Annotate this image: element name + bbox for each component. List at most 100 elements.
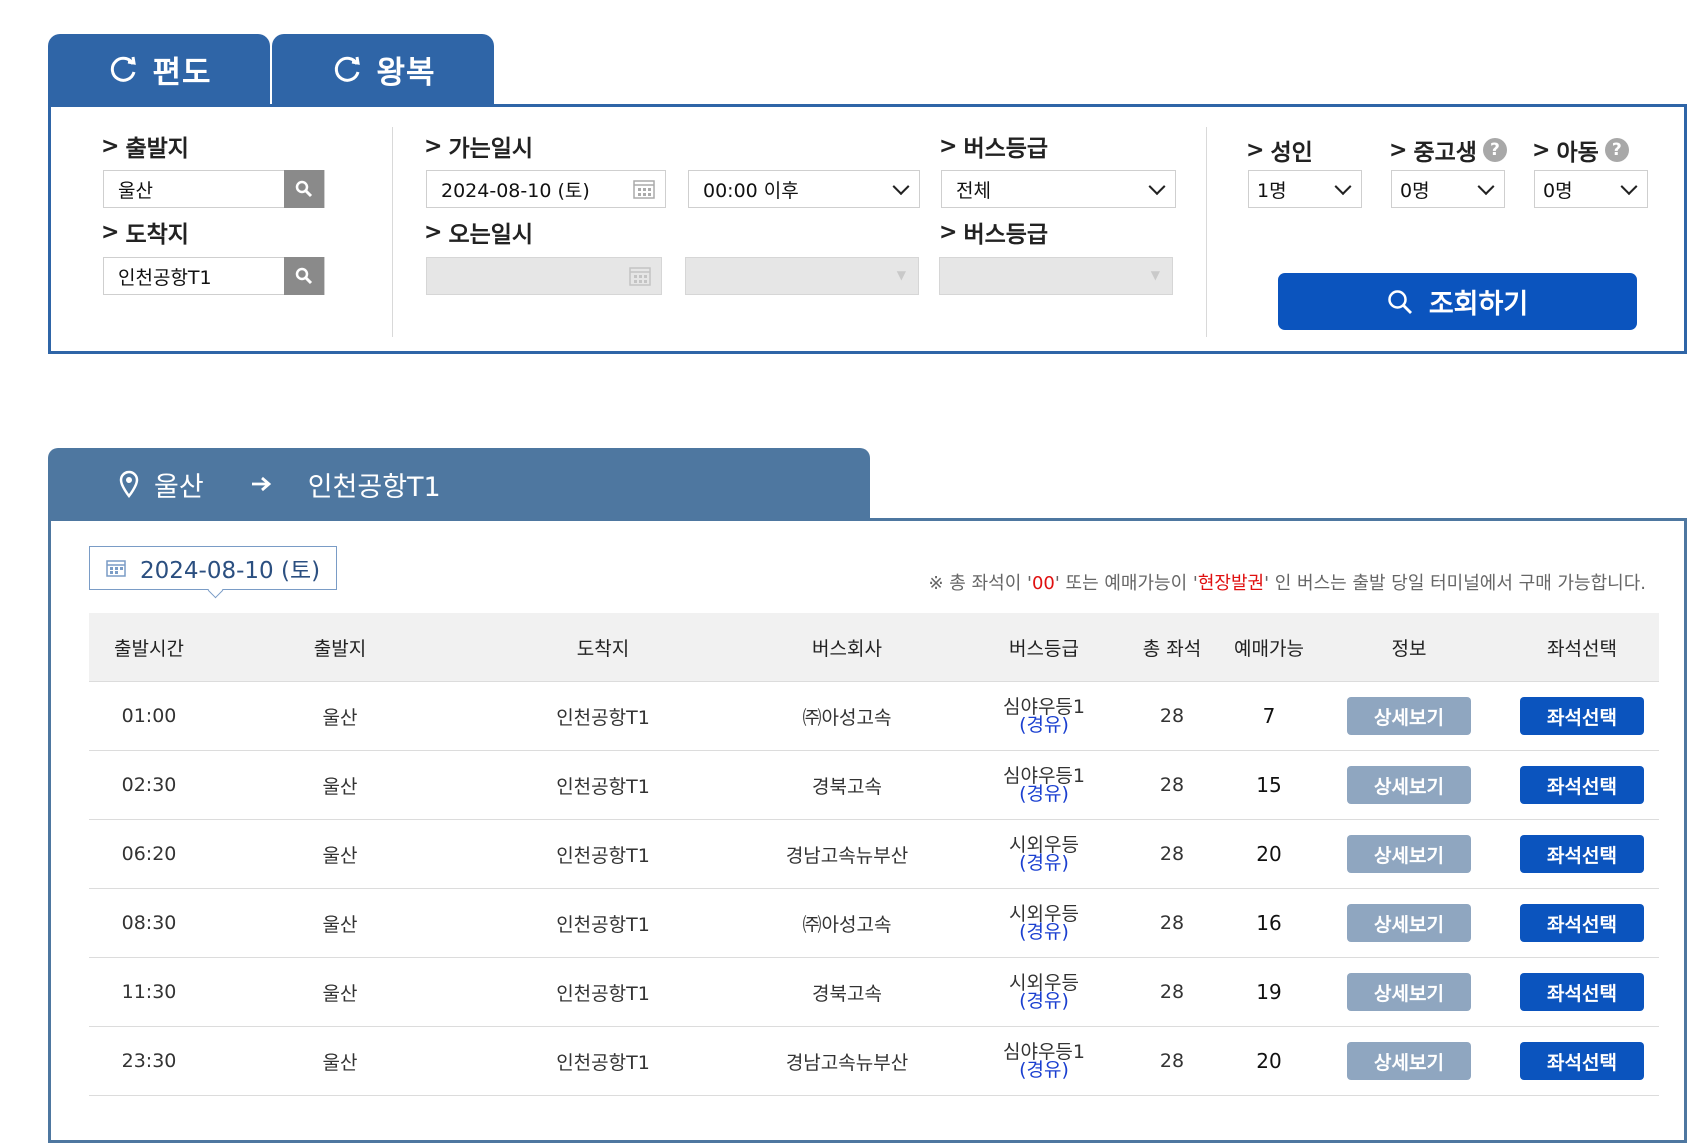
select-seat-button[interactable]: 좌석선택 (1520, 904, 1644, 942)
route-origin: 울산 (154, 471, 204, 503)
go-time-select[interactable]: 00:00 이후 (688, 170, 920, 208)
table-row: 23:30 울산 인천공항T1 경남고속뉴부산 심야우등1 (경유) 28 20 … (89, 1027, 1659, 1096)
help-icon[interactable]: ? (1482, 138, 1507, 162)
column-header: 예매가능 (1234, 637, 1304, 660)
info-cell: 상세보기 (1323, 904, 1495, 942)
departure-time: 23:30 (121, 1050, 177, 1072)
bus-company: 경남고속뉴부산 (785, 1051, 909, 1074)
calendar-icon (106, 560, 126, 577)
departure-input[interactable]: 울산 (103, 170, 325, 208)
calendar-icon[interactable] (633, 179, 655, 199)
chevron-down-icon (1477, 178, 1495, 196)
refresh-icon (335, 56, 361, 82)
route-destination: 인천공항T1 (307, 471, 441, 503)
info-cell: 상세보기 (1323, 766, 1495, 804)
seat-cell: 좌석선택 (1495, 835, 1669, 873)
go-date-input[interactable]: 2024-08-10 (토) (426, 170, 666, 208)
seat-cell: 좌석선택 (1495, 973, 1669, 1011)
notice-highlight: 00 (1031, 573, 1055, 594)
submit-search-label: 조회하기 (1428, 289, 1529, 320)
chevron-down-icon: ▼ (1150, 268, 1160, 282)
departure-time: 11:30 (121, 981, 177, 1003)
detail-button[interactable]: 상세보기 (1347, 1042, 1471, 1080)
chevron-down-icon (892, 178, 910, 196)
notice-text: ' 또는 예매가능이 ' (1054, 573, 1198, 594)
via-label: (경유) (1019, 921, 1069, 943)
bus-grade: 시외우등 (경유) (959, 836, 1129, 874)
notice-highlight: 현장발권 (1197, 573, 1265, 594)
destination: 인천공항T1 (556, 775, 650, 798)
go-grade-select[interactable]: 전체 (941, 170, 1176, 208)
tab-oneway-label: 편도 (152, 54, 212, 91)
origin: 울산 (322, 982, 358, 1005)
select-seat-button[interactable]: 좌석선택 (1520, 697, 1644, 735)
departure-search-button[interactable] (284, 170, 324, 208)
detail-button[interactable]: 상세보기 (1347, 697, 1471, 735)
return-grade-select[interactable]: ▼ (939, 257, 1173, 295)
column-header: 정보 (1391, 637, 1427, 660)
date-chip[interactable]: 2024-08-10 (토) (89, 546, 337, 590)
tab-round-label: 왕복 (376, 54, 436, 91)
divider (1206, 127, 1207, 337)
bus-grade: 심야우등1 (경유) (959, 1043, 1129, 1081)
destination: 인천공항T1 (556, 1051, 650, 1074)
origin: 울산 (322, 913, 358, 936)
departure-label: > 출발지 (101, 133, 189, 163)
destination: 인천공항T1 (556, 706, 650, 729)
divider (392, 127, 393, 337)
tab-oneway[interactable]: 편도 (48, 34, 270, 104)
select-seat-button[interactable]: 좌석선택 (1520, 766, 1644, 804)
via-label: (경유) (1019, 852, 1069, 874)
bus-company: ㈜아성고속 (802, 913, 892, 936)
bus-company: 경북고속 (812, 982, 882, 1005)
table-header: 출발시간 출발지 도착지 버스회사 버스등급 총 좌석 예매가능 정보 좌석선택 (89, 613, 1659, 682)
bus-grade: 시외우등 (경유) (959, 905, 1129, 943)
notice-text: ※ 총 좌석이 ' (928, 573, 1032, 594)
student-select[interactable]: 0명 (1391, 170, 1505, 208)
submit-search-button[interactable]: 조회하기 (1278, 273, 1637, 330)
tab-round[interactable]: 왕복 (272, 34, 494, 104)
return-time-select[interactable]: ▼ (685, 257, 919, 295)
arrival-input[interactable]: 인천공항T1 (103, 257, 325, 295)
seat-cell: 좌석선택 (1495, 904, 1669, 942)
origin: 울산 (322, 1051, 358, 1074)
departure-time: 02:30 (121, 774, 177, 796)
available-seats: 7 (1262, 704, 1276, 728)
select-seat-button[interactable]: 좌석선택 (1520, 973, 1644, 1011)
return-date-input[interactable] (426, 257, 662, 295)
bus-grade: 심야우등1 (경유) (959, 767, 1129, 804)
route-header: 울산 인천공항T1 (48, 448, 870, 520)
bus-company: ㈜아성고속 (802, 706, 892, 729)
search-panel: > 출발지 울산 > 도착지 인천공항T1 > 가는일시 2024-08-10 (토) (48, 104, 1687, 354)
info-cell: 상세보기 (1323, 1042, 1495, 1080)
departure-time: 08:30 (121, 912, 177, 934)
via-label: (경유) (1019, 1059, 1069, 1081)
notice-text: ' 인 버스는 출발 당일 터미널에서 구매 가능합니다. (1264, 573, 1646, 594)
select-seat-button[interactable]: 좌석선택 (1520, 1042, 1644, 1080)
column-header: 버스회사 (812, 637, 882, 660)
help-icon[interactable]: ? (1604, 138, 1629, 162)
total-seats: 28 (1159, 981, 1185, 1003)
calendar-icon (629, 267, 651, 286)
departure-time: 06:20 (121, 843, 177, 865)
select-seat-button[interactable]: 좌석선택 (1520, 835, 1644, 873)
child-select[interactable]: 0명 (1534, 170, 1648, 208)
detail-button[interactable]: 상세보기 (1347, 766, 1471, 804)
detail-button[interactable]: 상세보기 (1347, 904, 1471, 942)
bus-company: 경북고속 (812, 775, 882, 798)
info-cell: 상세보기 (1323, 973, 1495, 1011)
seat-cell: 좌석선택 (1495, 766, 1669, 804)
arrival-label: > 도착지 (101, 219, 189, 249)
result-panel: 2024-08-10 (토) ※ 총 좌석이 '00' 또는 예매가능이 '현장… (48, 518, 1687, 1143)
table-row: 08:30 울산 인천공항T1 ㈜아성고속 시외우등 (경유) 28 16 상세보… (89, 889, 1659, 958)
chevron-down-icon (1334, 178, 1352, 196)
info-cell: 상세보기 (1323, 697, 1495, 735)
detail-button[interactable]: 상세보기 (1347, 973, 1471, 1011)
available-seats: 19 (1256, 980, 1282, 1004)
seat-cell: 좌석선택 (1495, 697, 1669, 735)
chevron-down-icon (1620, 178, 1638, 196)
departure-time: 01:00 (121, 705, 177, 727)
detail-button[interactable]: 상세보기 (1347, 835, 1471, 873)
arrival-search-button[interactable] (284, 257, 324, 295)
adult-select[interactable]: 1명 (1248, 170, 1362, 208)
